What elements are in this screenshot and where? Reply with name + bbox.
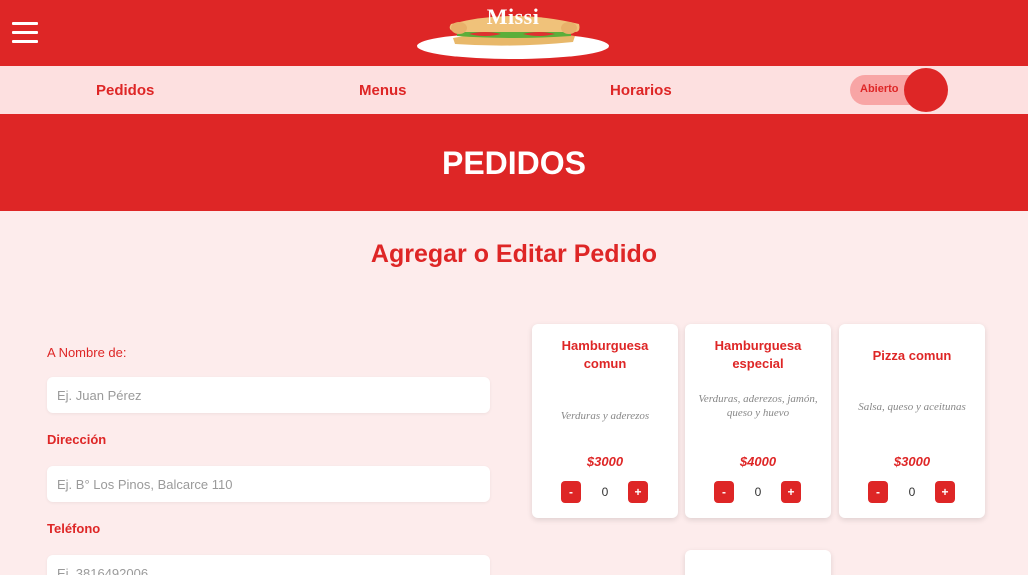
quantity-stepper: - 0 + bbox=[839, 481, 985, 503]
increase-quantity-button[interactable]: + bbox=[628, 481, 648, 503]
sandwich-logo[interactable]: Missi bbox=[415, 2, 611, 60]
increase-quantity-button[interactable]: + bbox=[935, 481, 955, 503]
menu-card-description: Verduras y aderezos bbox=[560, 410, 650, 422]
status-toggle-label: Abierto bbox=[860, 83, 899, 95]
menu-card-price: $4000 bbox=[739, 454, 777, 469]
menu-card-hamburguesa-comun: Hamburguesa comun Verduras y aderezos $3… bbox=[532, 324, 678, 518]
page-title: PEDIDOS bbox=[441, 145, 587, 181]
quantity-stepper: - 0 + bbox=[685, 481, 831, 503]
address-label: Dirección bbox=[47, 432, 107, 447]
quantity-value: 0 bbox=[908, 485, 916, 499]
name-label: A Nombre de: bbox=[47, 345, 127, 360]
page-banner: PEDIDOS bbox=[0, 114, 1028, 211]
menu-card-price: $3000 bbox=[586, 454, 624, 469]
form-title: Agregar o Editar Pedido bbox=[370, 240, 658, 268]
quantity-value: 0 bbox=[601, 485, 609, 499]
menu-card-description: Verduras, aderezos, jamón, queso y huevo bbox=[698, 393, 818, 419]
phone-label: Teléfono bbox=[47, 521, 101, 536]
logo-text: Missi bbox=[486, 4, 540, 29]
address-input[interactable] bbox=[47, 466, 490, 502]
menu-card-partial bbox=[685, 550, 831, 575]
nav-item-pedidos[interactable]: Pedidos bbox=[96, 82, 154, 99]
menu-card-price: $3000 bbox=[893, 454, 931, 469]
menu-card-title: Pizza comun bbox=[872, 348, 952, 363]
menu-card-pizza-comun: Pizza comun Salsa, queso y aceitunas $30… bbox=[839, 324, 985, 518]
toggle-knob bbox=[904, 68, 948, 112]
menu-card-title: Hamburguesa especial bbox=[714, 338, 802, 371]
phone-input[interactable] bbox=[47, 555, 490, 575]
hamburger-menu-icon[interactable] bbox=[12, 22, 38, 44]
menu-card-title: Hamburguesa comun bbox=[561, 338, 649, 371]
decrease-quantity-button[interactable]: - bbox=[561, 481, 581, 503]
decrease-quantity-button[interactable]: - bbox=[868, 481, 888, 503]
quantity-value: 0 bbox=[754, 485, 762, 499]
nav-item-horarios[interactable]: Horarios bbox=[610, 82, 672, 99]
increase-quantity-button[interactable]: + bbox=[781, 481, 801, 503]
quantity-stepper: - 0 + bbox=[532, 481, 678, 503]
decrease-quantity-button[interactable]: - bbox=[714, 481, 734, 503]
menu-card-hamburguesa-especial: Hamburguesa especial Verduras, aderezos,… bbox=[685, 324, 831, 518]
menu-card-description: Salsa, queso y aceitunas bbox=[858, 401, 966, 413]
status-toggle[interactable]: Abierto bbox=[850, 68, 948, 112]
top-bar: Missi bbox=[0, 0, 1028, 66]
name-input[interactable] bbox=[47, 377, 490, 413]
nav-item-menus[interactable]: Menus bbox=[359, 82, 407, 99]
